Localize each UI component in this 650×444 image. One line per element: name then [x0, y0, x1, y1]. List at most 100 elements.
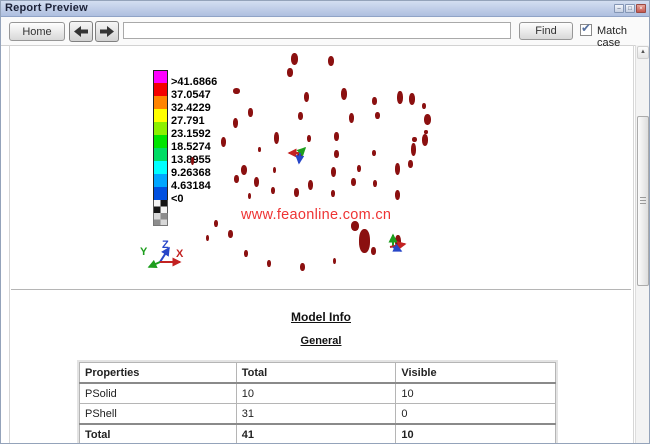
model-element-blob: [411, 143, 416, 156]
legend-color-swatch: [153, 187, 168, 200]
model-element-blob: [248, 193, 251, 199]
minimize-button[interactable]: –: [614, 4, 624, 13]
model-element-blob: [244, 250, 248, 257]
model-element-blob: [304, 92, 309, 102]
model-element-blob: [331, 167, 336, 177]
vertical-scrollbar[interactable]: ▲: [635, 45, 650, 443]
contour-legend: >41.6866 37.054732.422927.79123.159218.52…: [153, 70, 217, 226]
back-button[interactable]: [69, 21, 93, 42]
toolbar: Home Find ✔ Match case: [1, 17, 649, 46]
legend-value-label: 27.791: [171, 115, 205, 128]
report-preview-window: Report Preview – □ × Home Find ✔ Match c…: [0, 0, 650, 444]
report-subtitle: General: [9, 335, 633, 347]
legend-row: >41.6866: [153, 70, 217, 83]
model-element-blob: [371, 247, 376, 255]
model-info-table: PropertiesTotalVisible PSolid 10 10PShell3…: [79, 362, 556, 444]
table-cell: PShell: [80, 404, 237, 425]
legend-value-label: 18.5274: [171, 141, 211, 154]
model-element-blob: [331, 190, 335, 197]
legend-value-label: <0: [171, 193, 184, 206]
model-element-blob: [333, 258, 336, 264]
model-element-blob: [228, 230, 233, 238]
search-input[interactable]: [123, 22, 511, 39]
model-element-blob: [300, 263, 305, 271]
model-element-blob: [206, 235, 209, 241]
forward-button[interactable]: [95, 21, 119, 42]
global-axis-triad: Y Z X: [139, 237, 187, 271]
model-element-blob: [241, 165, 247, 175]
scrollbar-up-arrow[interactable]: ▲: [637, 46, 649, 59]
model-element-blob: [351, 178, 356, 186]
legend-color-swatch: [153, 148, 168, 161]
model-element-blob: [267, 260, 271, 267]
match-case-checkbox[interactable]: ✔: [580, 24, 592, 36]
legend-color-swatch: [153, 83, 168, 96]
model-element-blob: [273, 167, 276, 173]
model-element-blob: [409, 93, 415, 105]
legend-value-label: 4.63184: [171, 180, 211, 193]
close-button[interactable]: ×: [636, 4, 646, 13]
model-element-blob: [408, 160, 413, 168]
y-axis-label: Y: [140, 246, 148, 258]
table-row: PShell310: [80, 404, 556, 425]
home-button[interactable]: Home: [9, 22, 65, 41]
model-element-blob: [349, 113, 354, 123]
model-element-blob: [341, 88, 347, 100]
table-cell: 10: [396, 383, 556, 404]
table-header: PropertiesTotalVisible: [80, 363, 556, 384]
model-element-blob: [248, 108, 253, 117]
window-controls: – □ ×: [614, 4, 646, 13]
z-axis-label: Z: [162, 239, 169, 251]
table-cell: PSolid: [80, 383, 237, 404]
table-header-row: PropertiesTotalVisible: [80, 363, 556, 384]
legend-value-label: 37.0547: [171, 89, 211, 102]
legend-value-label: 13.8955: [171, 154, 211, 167]
model-element-blob: [233, 88, 240, 94]
legend-color-swatch: [153, 96, 168, 109]
model-element-blob: [258, 147, 261, 152]
table-cell: 41: [236, 424, 396, 444]
find-button[interactable]: Find: [519, 22, 573, 40]
table-cell: 10: [396, 424, 556, 444]
legend-row: [153, 200, 217, 213]
scrollbar-grip: [640, 197, 646, 205]
legend-color-swatch: [153, 122, 168, 135]
watermark: www.feaonline.com.cn: [241, 207, 391, 223]
model-element-blob: [424, 130, 428, 134]
model-element-blob: [372, 150, 376, 156]
x-axis-label: X: [176, 248, 184, 260]
model-element-blob: [294, 188, 299, 197]
legend-color-swatch: [153, 109, 168, 122]
model-element-blob: [397, 91, 403, 104]
forward-arrow-icon: [99, 25, 115, 38]
legend-color-swatch: [153, 70, 168, 83]
legend-value-label: 23.1592: [171, 128, 211, 141]
legend-noresult-swatch: [153, 200, 168, 213]
model-element-blob: [254, 177, 259, 187]
maximize-button[interactable]: □: [625, 4, 635, 13]
model-element-blob: [359, 229, 370, 253]
model-element-blob: [372, 97, 377, 105]
model-element-blob: [424, 114, 431, 125]
table-body: PSolid1010PShell310Total4110: [80, 383, 556, 444]
content-frame-right-border: [633, 45, 634, 443]
model-element-blob: [234, 175, 239, 183]
model-element-blob: [375, 112, 380, 119]
table-header-cell: Total: [236, 363, 396, 384]
back-arrow-icon: [73, 25, 89, 38]
model-element-blob: [422, 134, 428, 146]
table-header-cell: Visible: [396, 363, 556, 384]
model-element-blob: [334, 132, 339, 141]
model-element-blob: [357, 165, 361, 172]
legend-color-swatch: [153, 174, 168, 187]
model-origin-triad: [284, 145, 308, 167]
y-axis-arrow: [149, 262, 160, 267]
legend-value-label: 32.4229: [171, 102, 211, 115]
table-cell: Total: [80, 424, 237, 444]
scrollbar-thumb[interactable]: [637, 116, 649, 286]
model-element-blob: [412, 137, 417, 142]
legend-noresult-swatch: [153, 213, 168, 226]
model-element-blob: [334, 150, 339, 158]
legend-value-label: 9.26368: [171, 167, 211, 180]
checkmark-icon: ✔: [581, 21, 591, 35]
